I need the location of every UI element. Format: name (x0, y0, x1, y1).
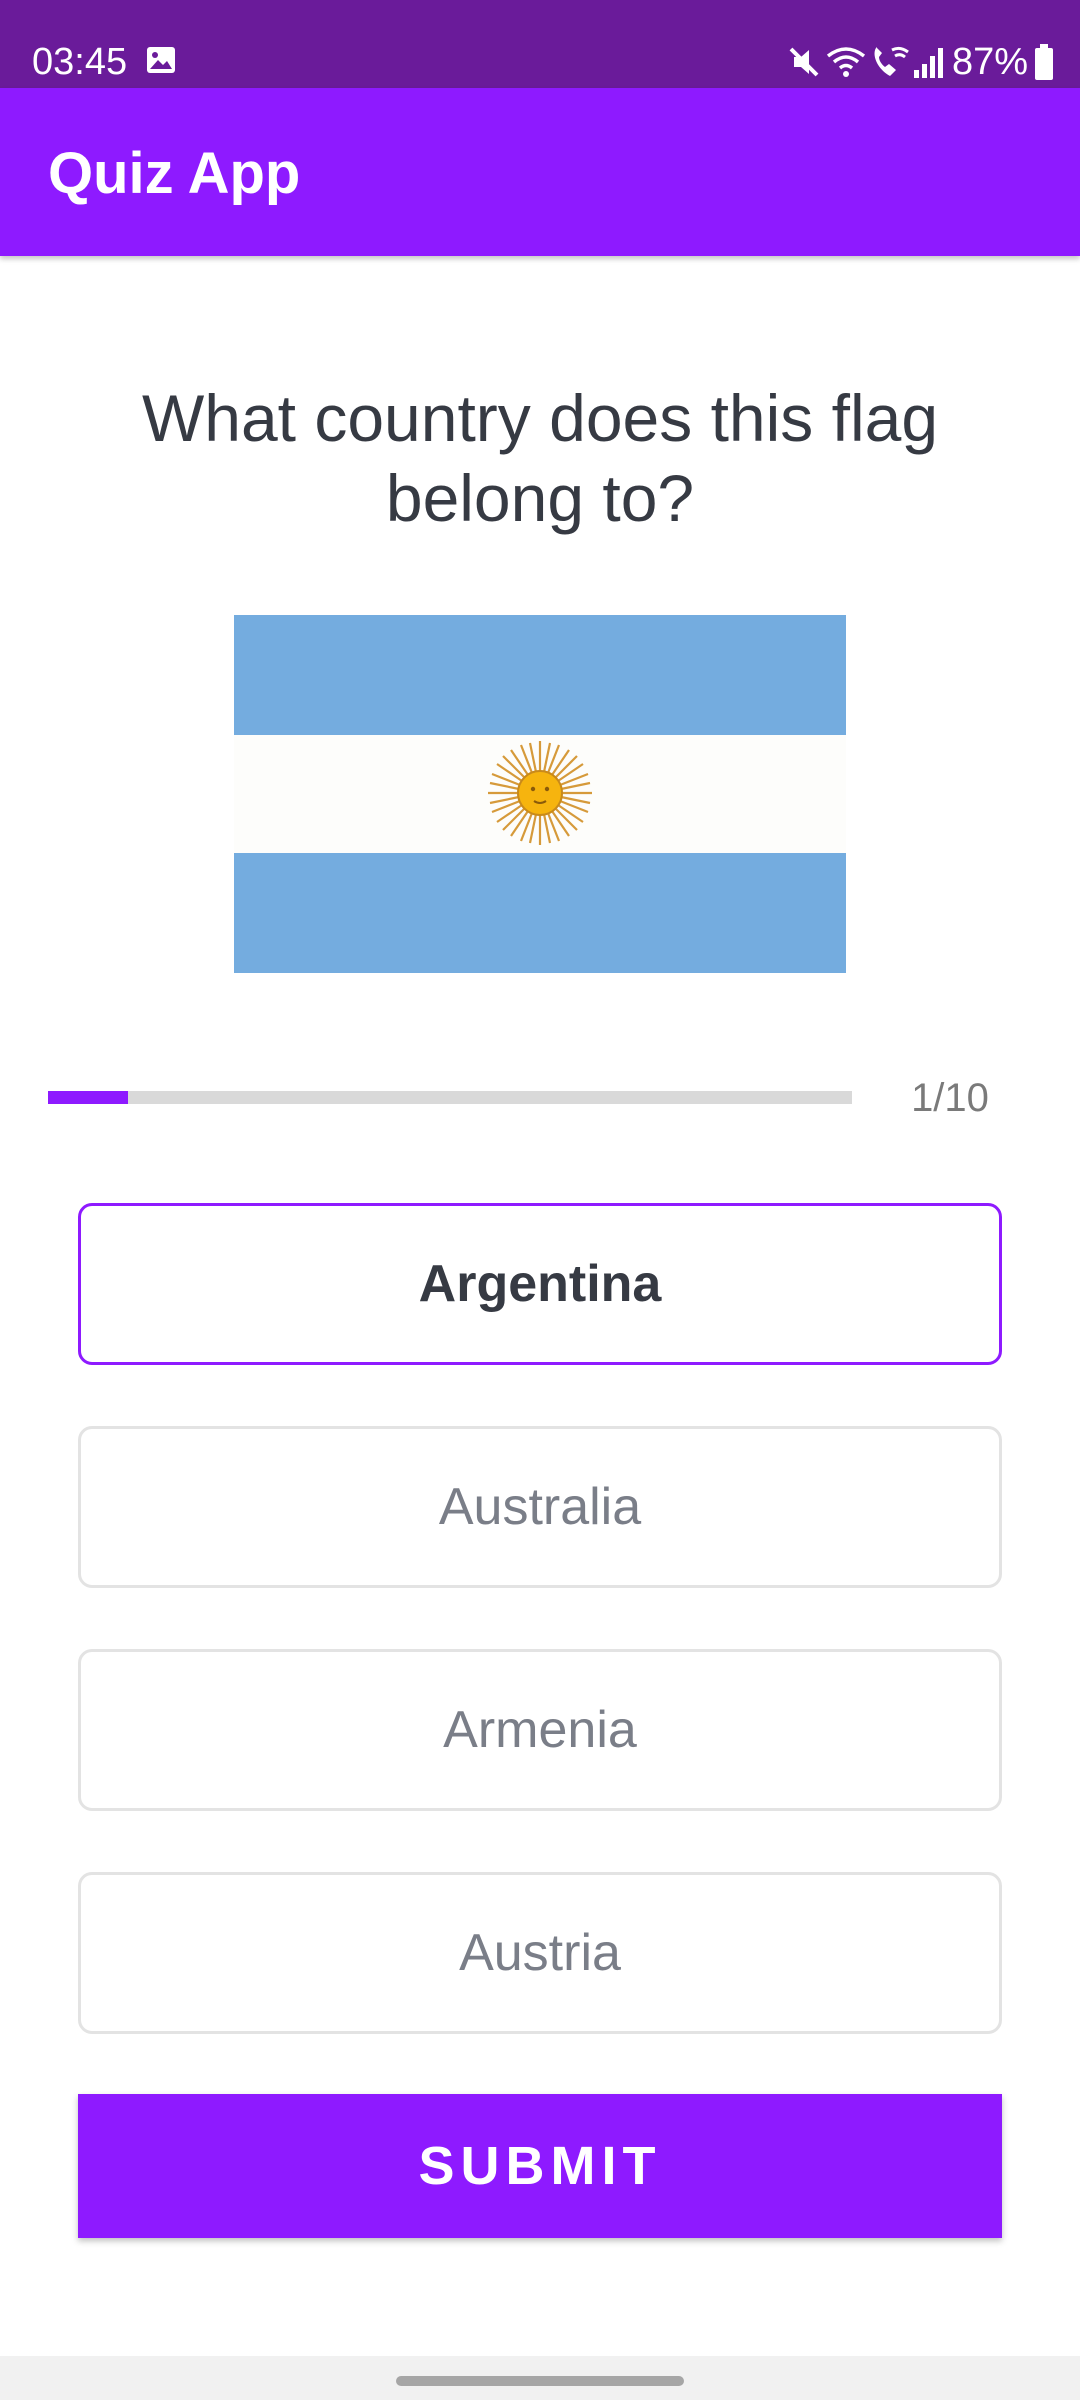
wifi-icon (824, 42, 868, 82)
progress-bar-fill (48, 1091, 129, 1104)
option-armenia[interactable]: Armenia (78, 1649, 1002, 1811)
navigation-bar (0, 2356, 1080, 2400)
app-title: Quiz App (48, 141, 301, 206)
option-argentina[interactable]: Argentina (78, 1203, 1002, 1365)
wifi-call-icon (868, 42, 912, 82)
flag-image (234, 615, 846, 973)
option-label: Austria (459, 1924, 621, 1982)
status-bar: 03:45 87% (0, 0, 1080, 88)
sun-of-may-icon (488, 741, 592, 845)
option-austria[interactable]: Austria (78, 1872, 1002, 2034)
option-label: Argentina (418, 1255, 662, 1313)
question-text: What country does this flag belong to? (141, 381, 939, 535)
option-label: Australia (438, 1478, 642, 1536)
gallery-icon (146, 46, 176, 74)
battery-percent: 87% (951, 41, 1028, 83)
submit-button[interactable]: SUBMIT (78, 2094, 1002, 2238)
battery-icon (1034, 44, 1054, 80)
option-label: Armenia (443, 1701, 637, 1759)
option-australia[interactable]: Australia (78, 1426, 1002, 1588)
app-bar: Quiz App (0, 88, 1080, 256)
mute-icon (784, 42, 824, 82)
home-handle[interactable] (396, 2376, 684, 2386)
signal-icon (912, 42, 946, 82)
quiz-screen: 03:45 87% Quiz App What country does thi… (0, 0, 1080, 2400)
status-time: 03:45 (32, 41, 128, 83)
status-icons: 87% (784, 40, 1054, 84)
progress-bar (48, 1091, 852, 1104)
progress-label: 1/10 (911, 1076, 989, 1120)
